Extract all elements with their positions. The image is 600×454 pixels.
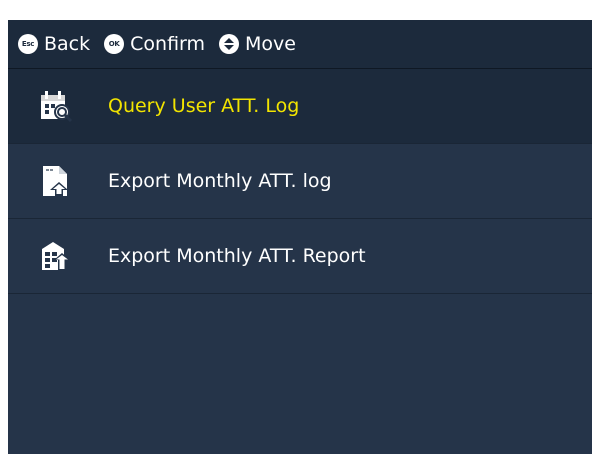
hint-move: Move <box>219 33 296 55</box>
menu-item-label: Export Monthly ATT. log <box>108 170 332 192</box>
menu-item-query-user-att-log[interactable]: Query User ATT. Log <box>8 69 592 144</box>
key-hint-bar: Esc Back OK Confirm Move <box>8 20 592 69</box>
hint-move-label: Move <box>245 33 296 55</box>
hint-back: Esc Back <box>18 33 90 55</box>
calendar-search-icon <box>38 88 74 124</box>
menu-item-label: Export Monthly ATT. Report <box>108 245 366 267</box>
device-screen: Esc Back OK Confirm Move Query User ATT.… <box>8 20 592 454</box>
report-export-icon <box>38 238 74 274</box>
hint-confirm: OK Confirm <box>104 33 205 55</box>
esc-key-icon: Esc <box>18 34 38 54</box>
document-upload-icon <box>38 163 74 199</box>
menu-item-label: Query User ATT. Log <box>108 95 300 117</box>
menu-list: Query User ATT. Log Export Monthly ATT. … <box>8 69 592 294</box>
ok-key-icon: OK <box>104 34 125 54</box>
menu-item-export-monthly-att-report[interactable]: Export Monthly ATT. Report <box>8 219 592 294</box>
menu-item-export-monthly-att-log[interactable]: Export Monthly ATT. log <box>8 144 592 219</box>
updown-icon <box>219 34 240 54</box>
hint-confirm-label: Confirm <box>130 33 206 55</box>
hint-back-label: Back <box>44 33 91 55</box>
